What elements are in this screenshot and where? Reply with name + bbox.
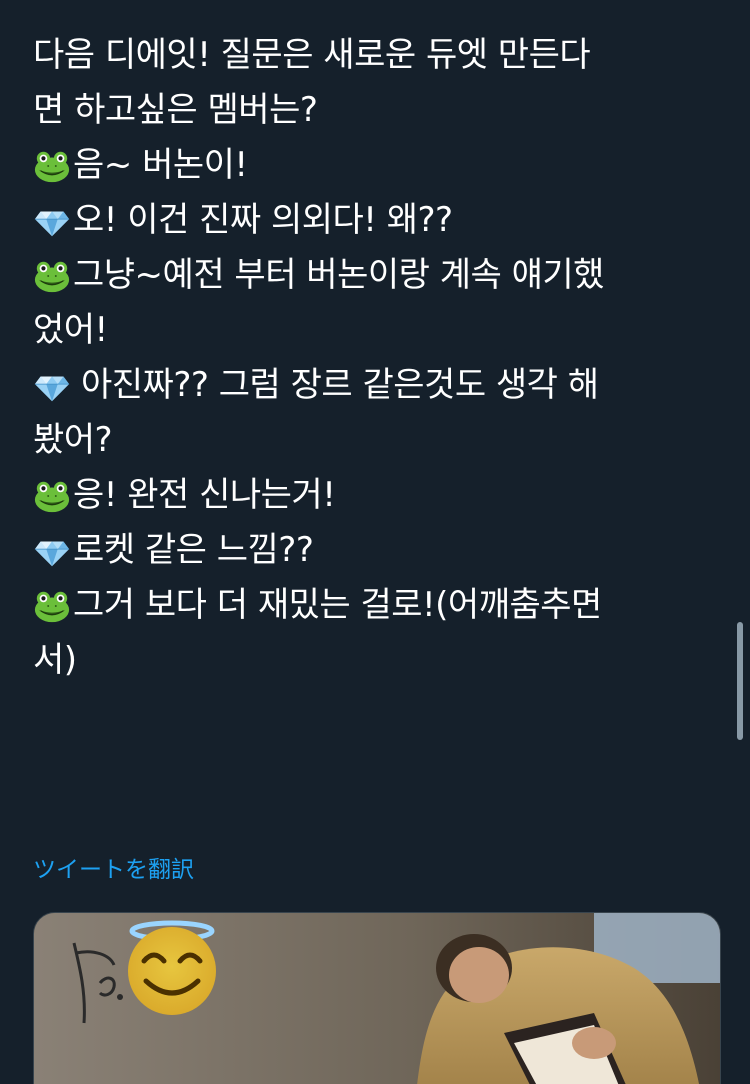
tweet-line-text: 서) bbox=[33, 640, 77, 680]
tweet-line: 응! 완전 신나는거! bbox=[33, 468, 723, 523]
tweet-line: 오! 이건 진짜 의외다! 왜?? bbox=[33, 193, 723, 248]
tweet-media-photo[interactable] bbox=[33, 912, 721, 1084]
tweet-line-text: 오! 이건 진짜 의외다! 왜?? bbox=[73, 200, 453, 240]
tweet-line-text: 그냥~예전 부터 버논이랑 계속 얘기했 bbox=[73, 255, 604, 295]
tweet-line-text: 아진짜?? 그럼 장르 같은것도 생각 해 bbox=[81, 365, 599, 405]
tweet-line: 서) bbox=[33, 633, 723, 688]
tweet-line-text: 응! 완전 신나는거! bbox=[73, 475, 336, 515]
scrollbar-thumb[interactable] bbox=[737, 622, 743, 740]
frog-icon bbox=[33, 477, 71, 515]
tweet-line: 아진짜?? 그럼 장르 같은것도 생각 해 bbox=[33, 358, 723, 413]
gem-icon bbox=[33, 532, 71, 570]
tweet-line: 봤어? bbox=[33, 413, 723, 468]
tweet-line: 그냥~예전 부터 버논이랑 계속 얘기했 bbox=[33, 248, 723, 303]
frog-icon bbox=[33, 257, 71, 295]
tweet-line: 었어! bbox=[33, 303, 723, 358]
tweet-line: 다음 디에잇! 질문은 새로운 듀엣 만든다 bbox=[33, 28, 723, 83]
tweet-line-text: 다음 디에잇! 질문은 새로운 듀엣 만든다 bbox=[33, 35, 591, 75]
tweet-line-text: 음~ 버논이! bbox=[73, 145, 248, 185]
tweet-line-text: 봤어? bbox=[33, 420, 113, 460]
tweet-line: 음~ 버논이! bbox=[33, 138, 723, 193]
frog-icon bbox=[33, 147, 71, 185]
tweet-line: 면 하고싶은 멤버는? bbox=[33, 83, 723, 138]
smiling-face-with-halo-icon bbox=[128, 920, 216, 1015]
tweet-line-text: 로켓 같은 느낌?? bbox=[73, 530, 314, 570]
tweet-line-text: 었어! bbox=[33, 310, 108, 350]
tweet-text: 다음 디에잇! 질문은 새로운 듀엣 만든다 면 하고싶은 멤버는? 음~ 버논… bbox=[33, 28, 723, 688]
translate-tweet-link[interactable]: ツイートを翻訳 bbox=[33, 850, 194, 884]
tweet-line: 그거 보다 더 재밌는 걸로!(어깨춤추면 bbox=[33, 578, 723, 633]
gem-icon bbox=[33, 367, 71, 405]
tweet-line-text: 그거 보다 더 재밌는 걸로!(어깨춤추면 bbox=[73, 585, 602, 625]
tweet-line-text: 면 하고싶은 멤버는? bbox=[33, 90, 318, 130]
tweet-line: 로켓 같은 느낌?? bbox=[33, 523, 723, 578]
photo-image bbox=[34, 913, 720, 1084]
gem-icon bbox=[33, 202, 71, 240]
frog-icon bbox=[33, 587, 71, 625]
